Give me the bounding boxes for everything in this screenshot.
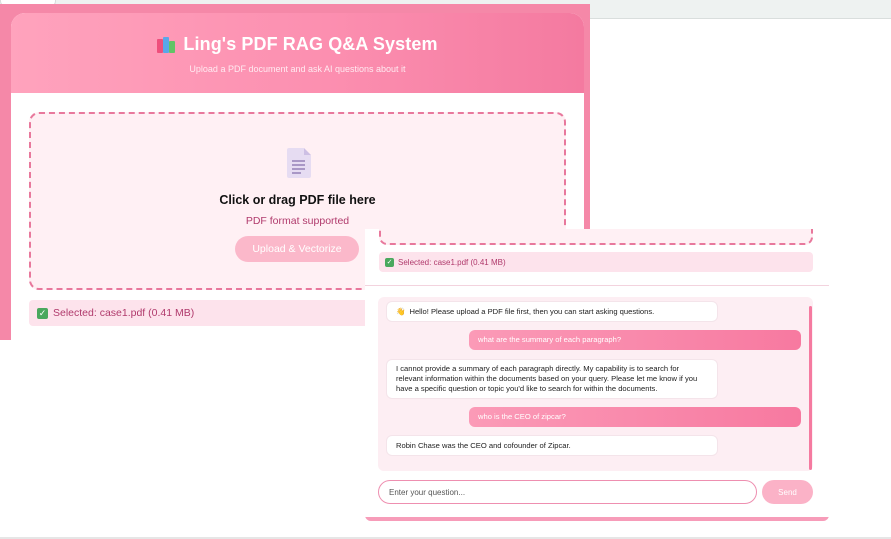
message-text: I cannot provide a summary of each parag… bbox=[396, 364, 698, 393]
message-text: Robin Chase was the CEO and cofounder of… bbox=[396, 440, 571, 450]
checkmark-icon: ✓ bbox=[37, 307, 48, 319]
app-header: Ling's PDF RAG Q&A System Upload a PDF d… bbox=[11, 13, 584, 93]
checkmark-icon: ✓ bbox=[385, 257, 394, 267]
question-input[interactable] bbox=[378, 480, 757, 504]
selected-file-label: Selected: case1.pdf (0.41 MB) bbox=[53, 307, 195, 319]
user-message: what are the summary of each paragraph? bbox=[469, 330, 801, 350]
page-subtitle: Upload a PDF document and ask AI questio… bbox=[189, 64, 406, 74]
chat-window: ✓ Selected: case1.pdf (0.41 MB) 👋 Hello!… bbox=[365, 229, 829, 521]
page-title: Ling's PDF RAG Q&A System bbox=[183, 34, 438, 54]
chat-scrollbar[interactable] bbox=[809, 306, 812, 470]
chat-card: ✓ Selected: case1.pdf (0.41 MB) 👋 Hello!… bbox=[365, 229, 829, 517]
user-message: who is the CEO of zipcar? bbox=[469, 407, 801, 427]
drop-zone-subtitle: PDF format supported bbox=[245, 215, 350, 227]
title-row: Ling's PDF RAG Q&A System bbox=[157, 34, 437, 55]
bot-message: Robin Chase was the CEO and cofounder of… bbox=[386, 435, 718, 456]
selected-file-status: ✓ Selected: case1.pdf (0.41 MB) bbox=[29, 300, 409, 326]
books-icon bbox=[157, 36, 176, 53]
send-button[interactable]: Send bbox=[762, 480, 813, 504]
drop-zone-title: Click or drag PDF file here bbox=[219, 193, 376, 207]
bot-message: 👋 Hello! Please upload a PDF file first,… bbox=[386, 301, 718, 322]
pdf-drop-zone-partial[interactable] bbox=[379, 229, 813, 245]
message-text: Hello! Please upload a PDF file first, t… bbox=[409, 306, 655, 316]
message-text: who is the CEO of zipcar? bbox=[478, 412, 566, 421]
bot-message: I cannot provide a summary of each parag… bbox=[386, 359, 718, 399]
chat-messages[interactable]: 👋 Hello! Please upload a PDF file first,… bbox=[378, 297, 813, 471]
section-divider bbox=[365, 285, 829, 286]
selected-file-label: Selected: case1.pdf (0.41 MB) bbox=[398, 257, 506, 267]
waving-hand-icon: 👋 bbox=[396, 306, 406, 316]
message-text: what are the summary of each paragraph? bbox=[478, 335, 622, 344]
upload-vectorize-button[interactable]: Upload & Vectorize bbox=[235, 236, 359, 262]
window-edge bbox=[365, 517, 829, 521]
document-icon bbox=[287, 148, 311, 178]
selected-file-status: ✓ Selected: case1.pdf (0.41 MB) bbox=[379, 252, 813, 272]
